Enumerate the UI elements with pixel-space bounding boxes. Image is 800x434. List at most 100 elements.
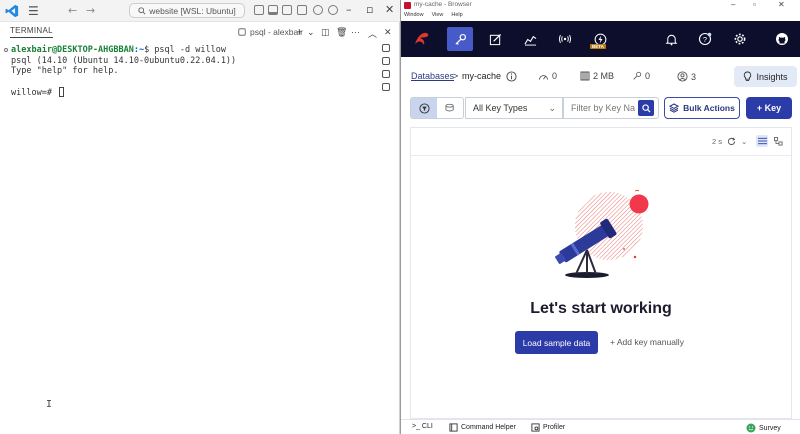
prompt-user: alexbair@DESKTOP-AHGBBAN: [11, 45, 134, 55]
filter-search-button[interactable]: [638, 100, 654, 116]
nav-pubsub-broadcast-icon[interactable]: [552, 27, 578, 51]
manage-gear-icon[interactable]: [328, 5, 338, 15]
info-icon[interactable]: [506, 71, 517, 82]
maximize-icon[interactable]: ▫: [366, 3, 373, 16]
maximize-panel-icon[interactable]: ︿: [368, 27, 377, 40]
bulk-actions-button[interactable]: Bulk Actions: [664, 97, 740, 119]
insights-button[interactable]: Insights: [734, 66, 797, 87]
browser-titlebar: my-cache - Browser – ▫ ✕: [401, 0, 800, 12]
close-window-icon[interactable]: ✕: [778, 0, 785, 9]
filter-mode-button[interactable]: [411, 98, 437, 118]
terminal-instance-icon[interactable]: [382, 57, 390, 65]
tree-view-icon[interactable]: [772, 135, 784, 147]
maximize-icon[interactable]: ▫: [753, 0, 756, 9]
window-title: my-cache - Browser: [414, 1, 472, 8]
auto-refresh-control[interactable]: 2 s ⌄: [712, 137, 747, 146]
list-view-icon[interactable]: [756, 135, 768, 147]
add-key-manually-link[interactable]: + Add key manually: [610, 337, 684, 347]
stat-keys-value: 0: [645, 71, 651, 81]
chevron-down-icon[interactable]: ⌄: [741, 137, 747, 146]
forward-arrow-icon[interactable]: →: [86, 4, 95, 17]
add-key-button[interactable]: + Key: [746, 97, 792, 119]
menu-icon[interactable]: ☰: [28, 4, 39, 18]
telescope-illustration: [555, 190, 649, 278]
chevron-down-icon: ⌄: [548, 103, 556, 113]
customize-layout-icon[interactable]: [297, 5, 307, 15]
minimize-icon[interactable]: –: [346, 3, 352, 16]
terminal-shell-label: psql - alexbair: [250, 27, 303, 37]
profiler-icon: [531, 423, 540, 432]
psql-prompt: willow=#: [11, 88, 58, 98]
survey-smiley-icon: [746, 423, 756, 433]
split-terminal-icon[interactable]: ◫: [321, 27, 330, 38]
cli-button[interactable]: >_ CLI: [412, 423, 433, 430]
menu-help[interactable]: Help: [451, 12, 462, 21]
terminal-shell-icon: [238, 28, 246, 36]
redis-logo-icon[interactable]: [412, 29, 432, 49]
tab-terminal[interactable]: TERMINAL: [10, 26, 53, 38]
book-icon: [449, 423, 458, 432]
menu-window[interactable]: Window: [404, 12, 424, 21]
accounts-icon[interactable]: [313, 5, 323, 15]
svg-text:?: ?: [703, 35, 707, 44]
terminal-output[interactable]: alexbair@DESKTOP-AHGBBAN:~$ psql -d will…: [4, 45, 376, 415]
load-sample-data-button[interactable]: Load sample data: [515, 331, 598, 354]
breadcrumb-databases-link[interactable]: Databases: [411, 71, 454, 81]
profiler-button[interactable]: Profiler: [531, 423, 565, 432]
settings-gear-icon[interactable]: [727, 27, 753, 51]
terminal-instance-icon[interactable]: [382, 70, 390, 78]
browser-toolbar: All Key Types ⌄ Filter by Key Na Bulk Ac…: [410, 97, 798, 121]
lightbulb-icon: [744, 71, 752, 81]
nav-analysis-chart-icon[interactable]: [517, 27, 543, 51]
close-panel-icon[interactable]: ✕: [384, 27, 392, 38]
empty-state-title: Let's start working: [530, 300, 672, 317]
profiler-label: Profiler: [543, 424, 566, 431]
instance-header: Databases > my-cache 0 2 MB 0 3 Insights: [410, 65, 798, 89]
toggle-secondary-sidebar-icon[interactable]: [282, 5, 292, 15]
close-window-icon[interactable]: ✕: [385, 3, 394, 16]
terminal-line: Type "help" for help.: [11, 66, 119, 76]
filter-placeholder: Filter by Key Na: [571, 103, 636, 113]
gauge-icon: [539, 74, 548, 80]
notifications-bell-icon[interactable]: [658, 27, 684, 51]
command-helper-label: Command Helper: [461, 424, 516, 431]
key-type-select[interactable]: All Key Types ⌄: [465, 97, 563, 119]
stat-ops: 0: [538, 71, 557, 81]
command-center-search[interactable]: website [WSL: Ubuntu]: [129, 3, 245, 18]
toggle-panel-icon[interactable]: [268, 5, 278, 15]
help-question-icon[interactable]: ?: [692, 27, 718, 51]
terminal-line: alexbair@DESKTOP-AHGBBAN:~$ psql -d will…: [4, 45, 376, 56]
terminal-shell-selector[interactable]: psql - alexbair: [238, 27, 303, 37]
keys-panel: 2 s ⌄ Let's start working Load sample da…: [410, 127, 792, 419]
stat-clients-value: 3: [691, 71, 697, 82]
terminal-line: willow=#: [4, 87, 376, 98]
terminal-line: psql (14.10 (Ubuntu 14.10-0ubuntu0.22.04…: [11, 55, 237, 66]
more-actions-icon[interactable]: ···: [351, 27, 360, 37]
vscode-logo-icon: [5, 4, 19, 18]
terminal-instance-icon[interactable]: [382, 83, 390, 91]
minimize-icon[interactable]: –: [731, 0, 735, 9]
beta-badge: BETA: [590, 44, 606, 49]
new-terminal-plus-icon[interactable]: +: [297, 27, 302, 37]
search-mode-button[interactable]: [437, 98, 463, 118]
github-icon[interactable]: [771, 27, 793, 51]
memory-icon: [580, 71, 590, 81]
nav-browser-key-icon[interactable]: [447, 27, 473, 51]
menu-view[interactable]: View: [432, 12, 444, 21]
stat-clients: 3: [677, 71, 696, 82]
terminal-instance-icon[interactable]: [382, 44, 390, 52]
stat-ops-value: 0: [552, 71, 558, 81]
toggle-sidebar-icon[interactable]: [254, 5, 264, 15]
command-helper-button[interactable]: Command Helper: [449, 423, 516, 432]
app-icon: [404, 2, 411, 9]
layers-icon: [669, 103, 680, 113]
survey-button[interactable]: Survey: [746, 423, 781, 433]
chevron-down-icon[interactable]: ⌄: [307, 27, 315, 38]
terminal-cursor: [59, 87, 65, 97]
refresh-icon[interactable]: [727, 137, 736, 146]
kill-terminal-trash-icon[interactable]: 🗑: [336, 27, 347, 38]
cli-label: >_ CLI: [412, 423, 433, 430]
back-arrow-icon[interactable]: ←: [68, 4, 77, 17]
vscode-titlebar: ☰ ← → website [WSL: Ubuntu] – ▫ ✕: [0, 0, 400, 22]
nav-workbench-edit-icon[interactable]: [482, 27, 508, 51]
